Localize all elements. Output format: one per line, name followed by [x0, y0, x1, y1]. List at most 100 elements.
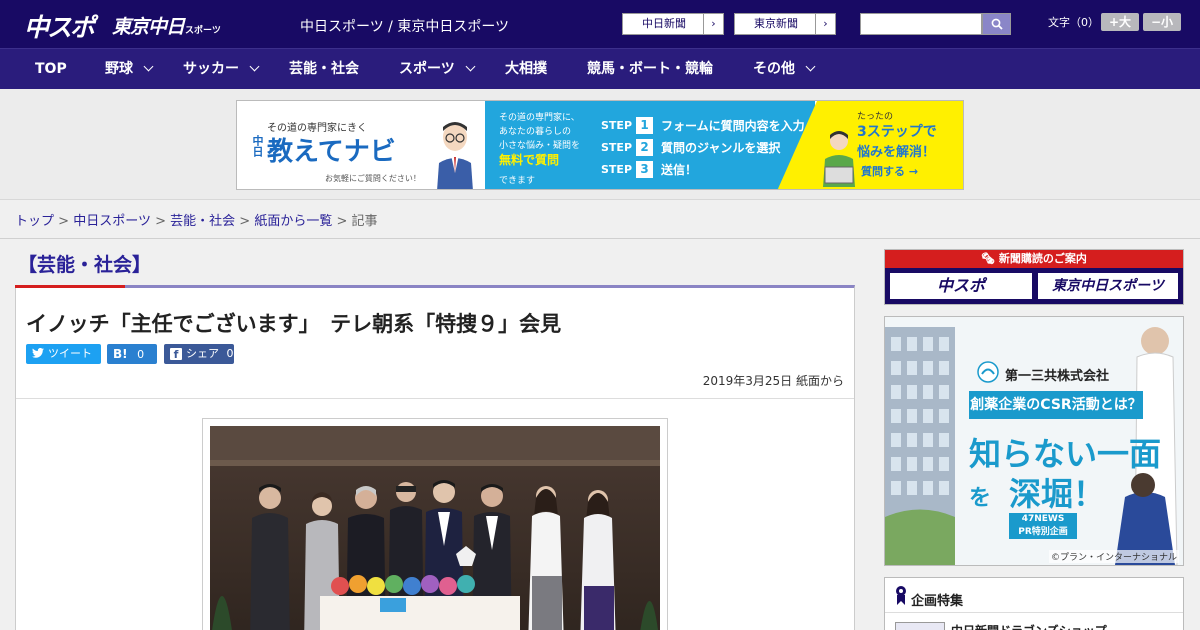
breadcrumb-separator: >: [155, 214, 166, 229]
site-links[interactable]: 中日スポーツ / 東京中日スポーツ: [300, 16, 509, 36]
banner-step: STEP 2 質問のジャンルを選択: [601, 139, 780, 156]
hatena-bookmark-count: 0: [137, 348, 145, 361]
main-nav: TOP 野球 サッカー 芸能・社会 スポーツ 大相撲 競馬・ボート・競輪 その他: [0, 48, 1200, 89]
breadcrumb-link-chunichi-sports[interactable]: 中日スポーツ: [73, 214, 151, 229]
banner-three-steps: 3ステップで: [857, 124, 937, 140]
facebook-share-count: 0: [226, 347, 234, 360]
breadcrumb-link-top[interactable]: トップ: [15, 214, 54, 229]
font-size-increase-button[interactable]: +大: [1101, 13, 1139, 31]
nav-item-label: 芸能・社会: [289, 61, 359, 77]
chuspo-logo[interactable]: 中スポ: [24, 8, 95, 44]
hatena-bookmark-icon: B!: [113, 347, 128, 361]
ad-pr-badge: 47NEWS PR特別企画: [1009, 513, 1077, 539]
nav-item-label: その他: [753, 61, 795, 77]
newspaper-icon: 🗞: [981, 252, 999, 265]
chevron-down-icon: [465, 61, 476, 72]
banner-brand: 教えてナビ: [267, 137, 396, 167]
daiichi-sankyo-logo-icon: [977, 361, 999, 383]
feature-heading: 企画特集: [911, 594, 964, 609]
twitter-share-label: ツイート: [48, 347, 92, 360]
ad-headline: 創薬企業のCSR活動とは？: [969, 391, 1143, 419]
oshiete-navi-banner[interactable]: その道の専門家にきく 中日 教えてナビ お気軽にご質問ください！ その道の専門家…: [236, 100, 964, 190]
nav-item-label: 野球: [105, 61, 133, 77]
chunichi-shimbun-label: 中日新聞: [642, 17, 686, 30]
subscription-logos: 中スポ 東京中日スポーツ: [885, 268, 1183, 304]
site-header: 中スポ 東京中日スポーツ 中日スポーツ / 東京中日スポーツ 中日新聞 › 東京…: [0, 0, 1200, 48]
twitter-share-button[interactable]: ツイート: [26, 344, 101, 364]
nav-item-label: TOP: [35, 61, 67, 77]
feature-thumbnail[interactable]: [895, 622, 945, 630]
breadcrumb: トップ > 中日スポーツ > 芸能・社会 > 紙面から一覧 > 記事: [15, 210, 378, 229]
article-divider: [16, 398, 854, 399]
step-text: 質問のジャンルを選択: [661, 141, 781, 155]
subscription-heading: 🗞 新聞購読のご案内: [885, 250, 1183, 268]
font-size-decrease-button[interactable]: −小: [1143, 13, 1181, 31]
step-number: 2: [636, 139, 654, 156]
press-conference-photo[interactable]: [210, 426, 660, 630]
breadcrumb-current: 記事: [351, 214, 378, 229]
man-with-glasses-icon: [437, 122, 473, 189]
article-photo-frame: [202, 418, 668, 630]
ad-badge-line: PR特別企画: [1018, 527, 1068, 537]
step-tag: STEP: [601, 141, 633, 154]
facebook-share-label: シェア: [186, 347, 219, 360]
banner-ask-button[interactable]: 質問する →: [861, 163, 918, 179]
tokyo-chunichi-logo-text: 東京中日: [112, 16, 185, 38]
feature-item-dragons-shop[interactable]: 中日新聞ドラゴンズショップ: [951, 622, 1107, 630]
nav-item-sports[interactable]: スポーツ: [399, 49, 476, 89]
twitter-bird-icon: [32, 347, 44, 358]
font-size-label: 文字（0）: [1048, 16, 1099, 29]
breadcrumb-divider: [0, 238, 1200, 239]
banner-mid-line: その道の専門家に、: [499, 113, 580, 123]
article-title: イノッチ「主任でございます」 テレ朝系「特捜９」会見: [26, 312, 562, 336]
subscribe-tokyo-chunichi-logo[interactable]: 東京中日スポーツ: [1037, 272, 1179, 300]
nav-item-baseball[interactable]: 野球: [105, 49, 154, 89]
nav-item-label: スポーツ: [399, 61, 455, 77]
search-input[interactable]: [860, 13, 982, 35]
tokyo-shimbun-button[interactable]: 東京新聞 ›: [734, 13, 836, 35]
step-number: 3: [636, 161, 654, 178]
breadcrumb-separator: >: [336, 214, 348, 229]
ad-company-name: 第一三共株式会社: [1005, 369, 1110, 384]
ad-big-text-2: 深堀！: [1009, 475, 1106, 513]
breadcrumb-link-paper-list[interactable]: 紙面から一覧: [254, 214, 332, 229]
tokyo-chunichi-logo[interactable]: 東京中日スポーツ: [112, 12, 221, 39]
banner-note: お気軽にご質問ください！: [325, 174, 421, 183]
search-button[interactable]: [982, 13, 1011, 35]
chunichi-shimbun-button[interactable]: 中日新聞 ›: [622, 13, 724, 35]
nav-item-racing[interactable]: 競馬・ボート・競輪: [587, 49, 713, 89]
person-with-laptop-icon: [823, 131, 855, 187]
banner-left: その道の専門家にきく 中日 教えてナビ お気軽にご質問ください！: [237, 101, 485, 189]
nav-item-label: サッカー: [183, 61, 239, 77]
banner-brand-small: 中日: [251, 135, 264, 157]
nav-item-label: 大相撲: [505, 61, 547, 77]
nav-item-label: 競馬・ボート・競輪: [587, 61, 713, 77]
ribbon-badge-icon: [896, 586, 906, 605]
banner-mid-line: 小さな悩み・疑問を: [499, 141, 581, 151]
chevron-down-icon: [249, 61, 260, 72]
nav-item-soccer[interactable]: サッカー: [183, 49, 260, 89]
chevron-down-icon: [805, 61, 816, 72]
breadcrumb-link-entertainment[interactable]: 芸能・社会: [170, 214, 235, 229]
banner-solve-worries: 悩みを解消！: [857, 145, 936, 160]
banner-mid-text: その道の専門家に、 あなたの暮らしの 小さな悩み・疑問を: [499, 111, 580, 153]
feature-divider: [885, 612, 1183, 613]
banner-step: STEP 3 送信！: [601, 161, 697, 178]
chevron-right-icon: ›: [703, 14, 723, 34]
nav-item-entertainment[interactable]: 芸能・社会: [289, 49, 359, 89]
banner-mid-line: あなたの暮らしの: [499, 127, 572, 137]
ad-big-text-main: 知らない一面: [969, 435, 1162, 473]
chevron-down-icon: [143, 61, 154, 72]
nav-item-sumo[interactable]: 大相撲: [505, 49, 547, 89]
hatena-bookmark-button[interactable]: B! 0: [107, 344, 157, 364]
tokyo-chunichi-logo-suffix: スポーツ: [185, 26, 221, 36]
category-heading: 【芸能・社会】: [18, 254, 152, 276]
subscription-guide[interactable]: 🗞 新聞購読のご案内 中スポ 東京中日スポーツ: [884, 249, 1184, 305]
ad-credit: ©プラン・インターナショナル: [1048, 550, 1179, 563]
nav-item-other[interactable]: その他: [753, 49, 816, 89]
ad-badge-line: 47NEWS: [1021, 514, 1065, 524]
nav-item-top[interactable]: TOP: [35, 49, 67, 89]
daiichi-sankyo-ad[interactable]: 第一三共株式会社 創薬企業のCSR活動とは？ 知らない一面を 深堀！ 47NEW…: [884, 316, 1184, 566]
facebook-share-button[interactable]: f シェア 0: [164, 344, 234, 364]
subscribe-chuspo-logo[interactable]: 中スポ: [889, 272, 1033, 300]
